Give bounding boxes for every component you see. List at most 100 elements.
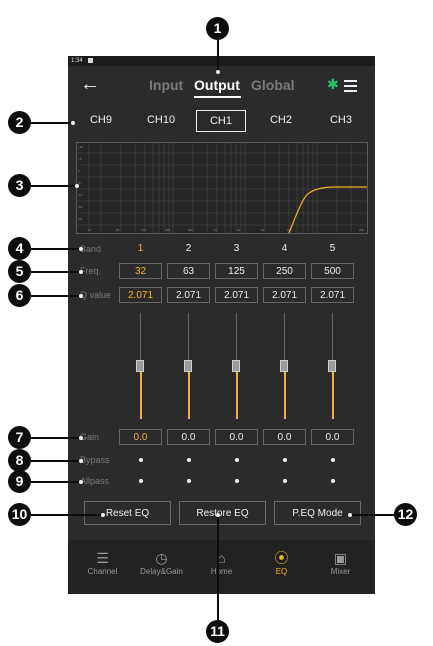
bluetooth-icon[interactable]: ✱ [327,75,339,93]
graph-x-ticks: 20 50 100 200 500 1k 2k 5k 10k 20k [88,228,364,232]
q-field[interactable]: 2.071 [119,287,162,303]
nav-home[interactable]: ⌂ Home [194,550,249,578]
restore-eq-button[interactable]: Restore EQ [179,501,266,525]
callout-badge: 12 [394,503,417,526]
callout-leader [350,514,394,516]
x-tick: 500 [188,228,193,232]
band-number[interactable]: 3 [215,242,258,256]
nav-mixer[interactable]: ▣ Mixer [313,550,368,578]
tab-global[interactable]: Global [251,76,295,94]
x-tick: 1k [214,228,218,232]
graph-y-ticks: +12 +6 0 -6 -12 -18 -24 [78,145,83,221]
gain-field[interactable]: 0.0 [311,429,354,445]
phone-screen: 1:34 ← Input Output Global ✱ CH9 CH10 CH… [68,56,375,594]
gain-slider-thumb[interactable] [328,360,336,372]
gain-field[interactable]: 0.0 [215,429,258,445]
x-tick: 5k [261,228,265,232]
x-tick: 20 [88,228,92,232]
freq-field[interactable]: 125 [215,263,258,279]
callout-leader [31,481,80,483]
q-field[interactable]: 2.071 [311,287,354,303]
eq-response-graph[interactable]: +12 +6 0 -6 -12 -18 -24 20 50 100 200 50… [76,142,368,234]
label-allpass: Allpass [80,476,110,486]
y-tick: -24 [78,217,83,221]
callout-leader-end [216,513,220,517]
gain-slider-fill [235,366,238,419]
x-tick: 100 [141,228,146,232]
gain-field[interactable]: 0.0 [119,429,162,445]
top-bar: ← Input Output Global ✱ [68,68,375,100]
channel-ch9[interactable]: CH9 [76,110,126,130]
callout-leader [31,271,80,273]
allpass-toggle[interactable] [187,479,191,483]
callout-badge: 6 [8,284,31,307]
callout-leader-end [79,247,83,251]
freq-field[interactable]: 63 [167,263,210,279]
label-freq: Freq. [80,266,102,276]
bypass-toggle[interactable] [283,458,287,462]
q-field[interactable]: 2.071 [263,287,306,303]
tab-input[interactable]: Input [149,76,183,94]
gain-field[interactable]: 0.0 [167,429,210,445]
nav-delay-gain[interactable]: ◷ Delay&Gain [134,550,189,578]
bypass-toggle[interactable] [235,458,239,462]
bottom-nav: ☰ Channel ◷ Delay&Gain ⌂ Home ⦿ EQ ▣ Mix… [68,540,375,594]
gain-slider-thumb[interactable] [184,360,192,372]
back-arrow-icon[interactable]: ← [80,72,100,96]
nav-eq[interactable]: ⦿ EQ [254,550,309,578]
channel-ch1[interactable]: CH1 [196,110,246,132]
status-time: 1:34 [71,58,83,64]
menu-icon[interactable] [344,80,357,92]
callout-leader-end [79,436,83,440]
callout-leader [217,38,219,72]
status-bar: 1:34 [68,56,375,66]
nav-channel[interactable]: ☰ Channel [75,550,130,578]
callout-leader-end [79,480,83,484]
callout-leader-end [79,270,83,274]
eq-icon: ⦿ [274,550,289,566]
callout-badge: 4 [8,237,31,260]
band-number[interactable]: 2 [167,242,210,256]
gain-slider-thumb[interactable] [280,360,288,372]
channel-ch10[interactable]: CH10 [136,110,186,130]
callout-badge: 2 [8,111,31,134]
nav-label: Home [210,567,233,576]
bypass-toggle[interactable] [187,458,191,462]
allpass-toggle[interactable] [331,479,335,483]
allpass-toggle[interactable] [139,479,143,483]
callout-leader-end [79,294,83,298]
gain-slider-fill [283,366,286,419]
gain-slider-fill [331,366,334,419]
notification-icon [88,58,93,63]
nav-label: Delay&Gain [140,567,183,576]
tab-output[interactable]: Output [194,76,240,94]
gain-slider-thumb[interactable] [136,360,144,372]
bypass-toggle[interactable] [139,458,143,462]
callout-leader [31,248,80,250]
freq-field[interactable]: 250 [263,263,306,279]
band-number[interactable]: 4 [263,242,306,256]
active-tab-underline [194,96,241,98]
eq-curve [288,186,367,234]
bypass-toggle[interactable] [331,458,335,462]
callout-badge: 1 [206,17,229,40]
allpass-toggle[interactable] [283,479,287,483]
q-field[interactable]: 2.071 [215,287,258,303]
x-tick: 200 [165,228,170,232]
allpass-toggle[interactable] [235,479,239,483]
band-number[interactable]: 5 [311,242,354,256]
reset-eq-button[interactable]: Reset EQ [84,501,171,525]
list-icon: ☰ [96,550,109,566]
callout-leader [31,514,102,516]
freq-field[interactable]: 500 [311,263,354,279]
callout-leader-end [79,459,83,463]
y-tick: +12 [78,145,83,149]
q-field[interactable]: 2.071 [167,287,210,303]
y-tick: -12 [78,193,83,197]
channel-ch2[interactable]: CH2 [256,110,306,130]
freq-field[interactable]: 32 [119,263,162,279]
band-number[interactable]: 1 [119,242,162,256]
gain-slider-thumb[interactable] [232,360,240,372]
gain-field[interactable]: 0.0 [263,429,306,445]
channel-ch3[interactable]: CH3 [316,110,366,130]
